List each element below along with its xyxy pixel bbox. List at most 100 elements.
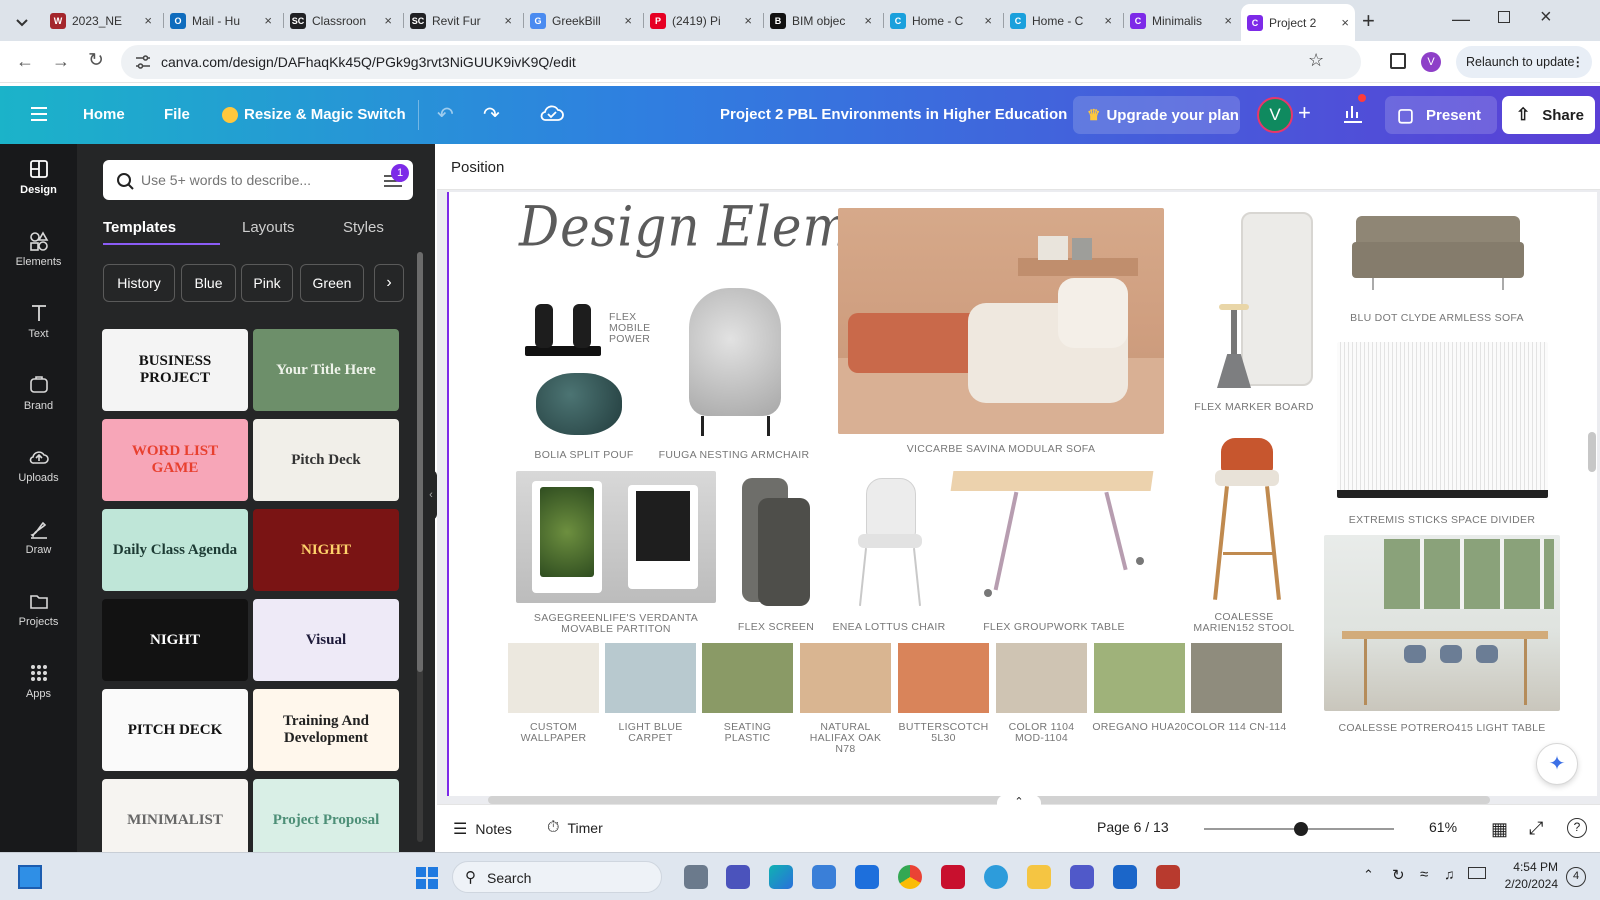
mcafee-icon[interactable] (941, 865, 965, 889)
clyde-sofa-image[interactable] (1352, 212, 1524, 292)
browser-tab[interactable]: SC Revit Fur × (404, 7, 518, 34)
site-info-icon[interactable] (135, 55, 151, 69)
filter-chip-history[interactable]: History (103, 264, 175, 302)
share-button[interactable]: ⇧ Share (1502, 96, 1595, 134)
profile-avatar[interactable]: V (1421, 52, 1441, 72)
template-thumbnail[interactable]: Project Proposal (253, 779, 399, 861)
winrar-icon[interactable] (1156, 865, 1180, 889)
marker-board-caption[interactable]: FLEX MARKER BOARD (1174, 402, 1334, 413)
template-thumbnail[interactable]: Daily Class Agenda (102, 509, 248, 591)
magic-assistant-icon[interactable]: ✦ (1536, 743, 1578, 785)
notification-count-badge[interactable]: 4 (1566, 867, 1586, 887)
bolia-caption[interactable]: BOLIA SPLIT POUF (529, 450, 639, 461)
browser-tab[interactable]: C Home - C × (884, 7, 998, 34)
home-link[interactable]: Home (83, 106, 125, 123)
redo-icon[interactable]: ↷ (483, 102, 500, 127)
wifi-icon[interactable]: ≈ (1420, 866, 1428, 883)
rail-item-projects[interactable]: Projects (0, 590, 77, 654)
fuuga-caption[interactable]: FUUGA NESTING ARMCHAIR (654, 450, 814, 461)
edge-icon[interactable] (769, 865, 793, 889)
savina-sofa-image[interactable] (838, 208, 1164, 434)
add-collaborator-icon[interactable]: + (1298, 100, 1311, 126)
reload-icon[interactable]: ↻ (88, 49, 104, 72)
rail-item-elements[interactable]: Elements (0, 230, 77, 294)
minimize-icon[interactable]: — (1452, 9, 1470, 30)
template-thumbnail[interactable]: NIGHT (253, 509, 399, 591)
back-icon[interactable]: ← (16, 51, 34, 72)
swatch-caption[interactable]: COLOR 114 CN-114 (1181, 722, 1292, 733)
material-swatch[interactable] (508, 643, 599, 713)
template-thumbnail[interactable]: NIGHT (102, 599, 248, 681)
more-menu-icon[interactable]: ⋮ (1572, 46, 1585, 78)
rail-item-draw[interactable]: Draw (0, 518, 77, 582)
bookmark-star-icon[interactable]: ☆ (1308, 50, 1324, 71)
extremis-divider-image[interactable] (1337, 342, 1548, 498)
verdanta-caption[interactable]: SAGEGREENLIFE'S VERDANTA MOVABLE PARTITO… (506, 613, 726, 635)
page-expand-icon[interactable]: ⌃ (997, 795, 1041, 811)
swatch-caption[interactable]: BUTTERSCOTCH 5L30 (888, 722, 999, 744)
stool-caption[interactable]: COALESSE MARIEN152 STOOL (1169, 612, 1319, 634)
browser-tab[interactable]: O Mail - Hu × (164, 7, 278, 34)
verdanta-partition-image[interactable] (516, 471, 716, 603)
swatch-caption[interactable]: CUSTOM WALLPAPER (498, 722, 609, 744)
maximize-icon[interactable] (1498, 11, 1510, 23)
panel-tab-layouts[interactable]: Layouts (242, 219, 295, 236)
page-indicator[interactable]: Page 6 / 13 (1097, 819, 1169, 835)
swatch-caption[interactable]: SEATING PLASTIC (692, 722, 803, 744)
tab-close-icon[interactable]: × (264, 13, 272, 28)
tab-close-icon[interactable]: × (984, 13, 992, 28)
windows-start-icon[interactable] (416, 867, 438, 889)
browser-tab[interactable]: SC Classroon × (284, 7, 398, 34)
search-input[interactable] (141, 160, 371, 200)
potrero-caption[interactable]: COALESSE POTRERO415 LIGHT TABLE (1317, 723, 1567, 734)
rail-item-brand[interactable]: Brand (0, 374, 77, 438)
template-thumbnail[interactable]: Your Title Here (253, 329, 399, 411)
browser-tab[interactable]: B BIM objec × (764, 7, 878, 34)
panel-tab-templates[interactable]: Templates (103, 219, 176, 236)
tab-close-icon[interactable]: × (384, 13, 392, 28)
material-swatch[interactable] (898, 643, 989, 713)
tab-close-icon[interactable]: × (144, 13, 152, 28)
task-view-icon[interactable] (684, 865, 708, 889)
lottus-chair-image[interactable] (844, 476, 934, 608)
groupwork-table-image[interactable] (944, 469, 1156, 601)
notes-button[interactable]: ☰ Notes (453, 819, 512, 839)
template-thumbnail[interactable]: BUSINESS PROJECT (102, 329, 248, 411)
side-panel-icon[interactable] (1390, 53, 1406, 69)
browser-tab[interactable]: P (2419) Pi × (644, 7, 758, 34)
tab-close-icon[interactable]: × (744, 13, 752, 28)
material-swatch[interactable] (605, 643, 696, 713)
store-icon[interactable] (812, 865, 836, 889)
rail-item-apps[interactable]: Apps (0, 662, 77, 726)
tab-close-icon[interactable]: × (1224, 13, 1232, 28)
template-thumbnail[interactable]: Pitch Deck (253, 419, 399, 501)
flex-power-image[interactable] (521, 292, 605, 358)
insights-icon[interactable] (1342, 94, 1366, 124)
zoom-slider-handle[interactable] (1293, 822, 1308, 836)
filter-chip-pink[interactable]: Pink (241, 264, 293, 302)
panel-scrollbar-thumb[interactable] (417, 252, 423, 672)
relaunch-button[interactable]: Relaunch to update ⋮ (1456, 46, 1592, 78)
browser-tab[interactable]: W 2023_NE × (44, 7, 158, 34)
potrero-table-image[interactable] (1324, 535, 1560, 711)
file-explorer-icon[interactable] (1027, 865, 1051, 889)
cloud-saved-icon[interactable] (540, 104, 564, 122)
panel-tab-styles[interactable]: Styles (343, 219, 384, 236)
user-avatar[interactable]: V (1257, 97, 1293, 133)
tab-close-icon[interactable]: × (864, 13, 872, 28)
new-tab-icon[interactable]: + (1362, 8, 1375, 34)
material-swatch[interactable] (1094, 643, 1185, 713)
rail-item-uploads[interactable]: Uploads (0, 446, 77, 510)
bolia-pouf-image[interactable] (534, 369, 624, 439)
rail-item-text[interactable]: Text (0, 302, 77, 366)
zoom-level[interactable]: 61% (1429, 819, 1457, 835)
vertical-scrollbar[interactable] (1588, 432, 1596, 472)
design-page[interactable]: Design Elements FLEX MOBILE POWER BOLIA … (447, 192, 1597, 796)
swatch-caption[interactable]: OREGANO HUA20 (1084, 722, 1195, 733)
material-swatch[interactable] (1191, 643, 1282, 713)
fuuga-armchair-image[interactable] (671, 288, 799, 438)
swatch-caption[interactable]: COLOR 1104 MOD-1104 (986, 722, 1097, 744)
resize-magic-switch-button[interactable]: Resize & Magic Switch (222, 106, 406, 123)
tray-overflow-icon[interactable]: ⌃ (1363, 867, 1374, 883)
flex-screen-image[interactable] (736, 474, 814, 610)
